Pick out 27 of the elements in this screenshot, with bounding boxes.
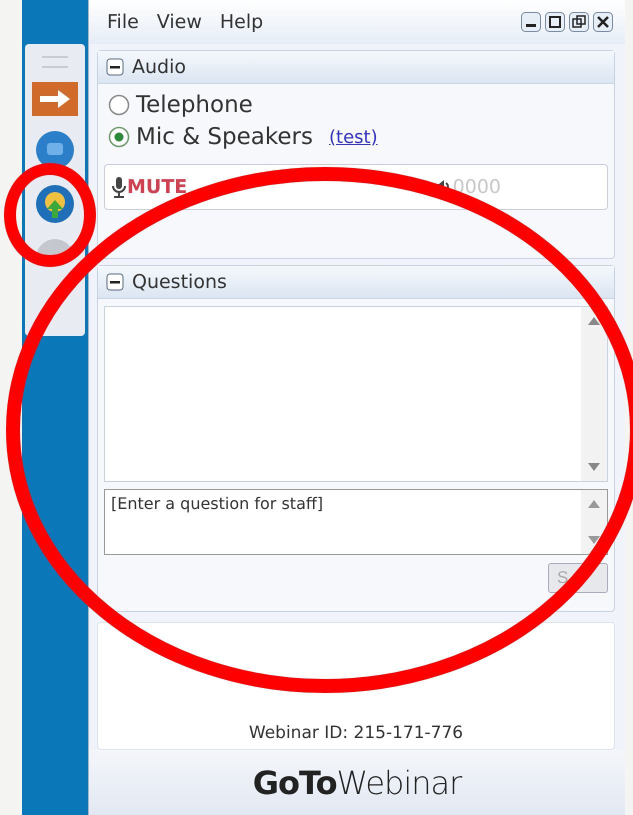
minimize-icon[interactable] (521, 12, 541, 32)
grip-icon[interactable] (42, 56, 68, 68)
logo: GoToWebinar (252, 764, 462, 802)
radio-label[interactable]: Mic & Speakers (136, 124, 313, 150)
radio-button[interactable] (108, 126, 130, 148)
scrollbar[interactable] (581, 307, 607, 481)
scroll-down-icon[interactable] (588, 463, 600, 471)
close-icon[interactable] (593, 12, 613, 32)
menu-item[interactable]: File (107, 11, 139, 33)
collapse-icon[interactable] (106, 58, 124, 76)
scroll-up-icon[interactable] (588, 500, 600, 508)
mic-status: MUTE (127, 176, 188, 198)
webinar-id: Webinar ID: 215-171-776 (248, 723, 464, 743)
menu-item[interactable]: Help (220, 11, 264, 33)
radio-label[interactable]: Telephone (136, 92, 253, 118)
panel-title: Questions (132, 271, 227, 293)
radio-button[interactable] (108, 94, 130, 116)
microphone-icon (111, 176, 127, 198)
scroll-up-icon[interactable] (588, 317, 600, 325)
test-link[interactable]: (test) (328, 126, 378, 148)
collapse-icon[interactable] (106, 273, 124, 291)
panel-title: Audio (132, 56, 186, 78)
globe-icon[interactable] (35, 184, 75, 224)
menu-item[interactable]: View (156, 11, 202, 33)
restore-icon[interactable] (569, 12, 589, 32)
maximize-icon[interactable] (545, 12, 565, 32)
scroll-down-icon[interactable] (588, 536, 600, 544)
